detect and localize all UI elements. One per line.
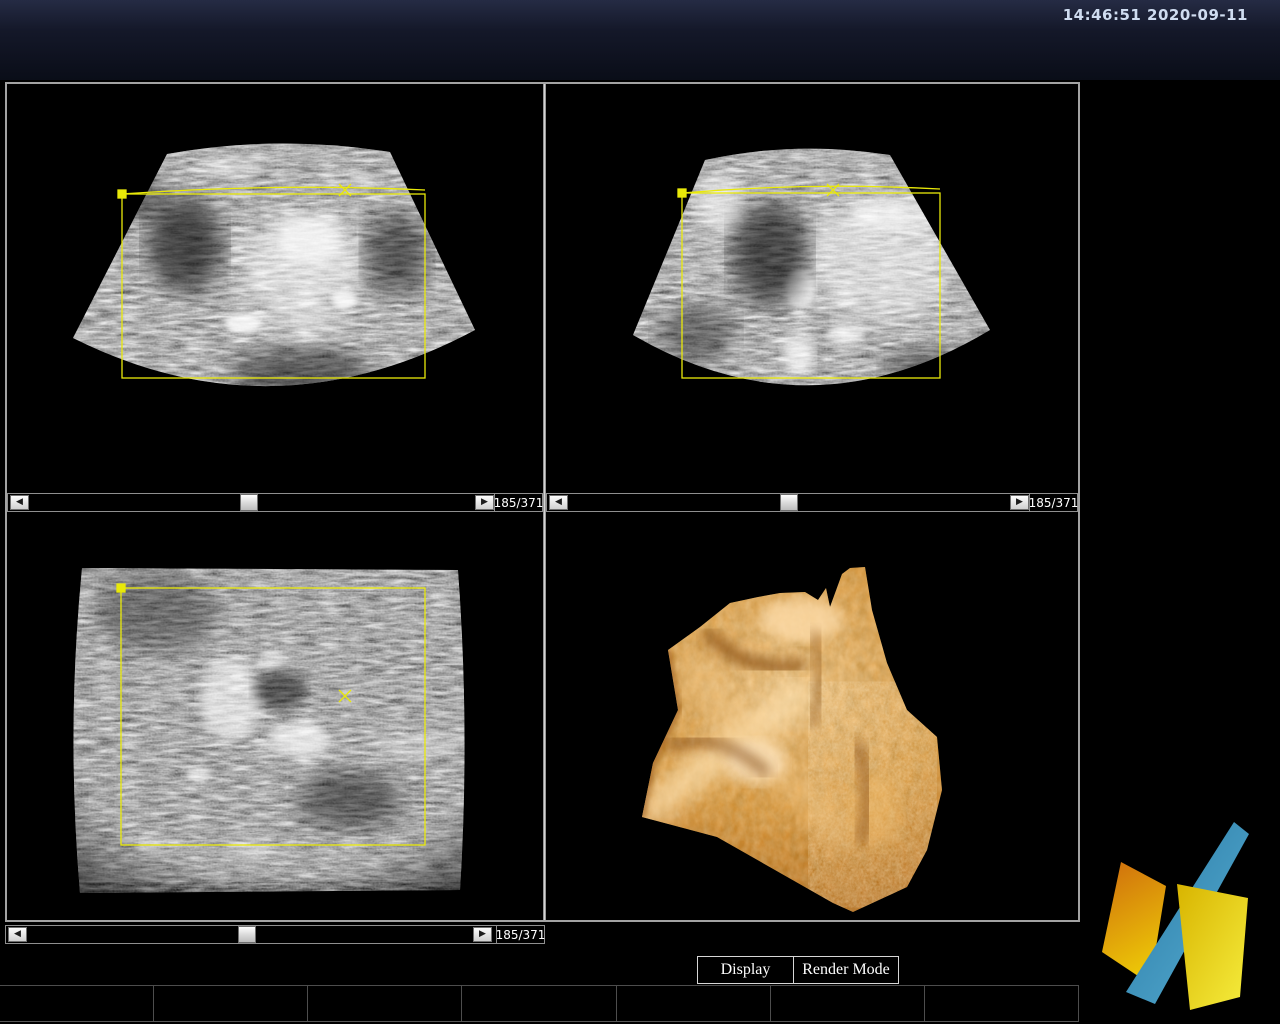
ultrasound-image-c [7,512,543,920]
menu-cell-1[interactable] [0,986,154,1021]
scroll-right-button[interactable]: ▶ [473,927,492,942]
ultrasound-image-b [546,84,1078,493]
render-mode-button[interactable]: Render Mode [794,956,899,984]
roi-handle[interactable] [118,190,126,198]
scroll-right-icon: ▶ [481,498,488,507]
frame-counter: 185/371 [494,494,542,511]
menu-cell-6[interactable] [771,986,925,1021]
scroll-left-icon: ◀ [14,930,21,939]
menu-cell-7[interactable] [925,986,1078,1021]
softkey-row: Display Render Mode [697,956,899,984]
scroll-left-icon: ◀ [555,498,562,507]
menu-cell-2[interactable] [154,986,308,1021]
scroll-left-button[interactable]: ◀ [10,495,29,510]
ultrasound-image-a [7,84,543,493]
frame-counter: 185/371 [1029,494,1077,511]
frame-scrollbar-b[interactable]: ◀ ▶ 185/371 [546,493,1078,512]
roi-handle[interactable] [117,584,125,592]
scroll-thumb[interactable] [240,494,258,511]
menu-cell-5[interactable] [617,986,771,1021]
frame-counter: 185/371 [496,926,544,943]
menu-cell-4[interactable] [462,986,616,1021]
orientation-cube-icon [1093,812,1259,1024]
scroll-right-button[interactable]: ▶ [1010,495,1029,510]
scroll-right-icon: ▶ [1016,498,1023,507]
viewport-3d-render[interactable] [546,512,1078,920]
viewport-a-plane[interactable] [7,84,543,493]
scroll-left-icon: ◀ [16,498,23,507]
scroll-thumb[interactable] [238,926,256,943]
display-button[interactable]: Display [697,956,794,984]
header-bar: 14:46:51 2020-09-11 [0,0,1280,80]
frame-scrollbar-c[interactable]: ◀ ▶ 185/371 [5,925,545,944]
scroll-right-button[interactable]: ▶ [475,495,494,510]
scroll-right-icon: ▶ [479,930,486,939]
quad-view-container: ◀ ▶ 185/371 ◀ ▶ 185/371 [5,82,1080,922]
cube-right-face [1177,884,1248,1010]
frame-scrollbar-a[interactable]: ◀ ▶ 185/371 [7,493,543,512]
viewport-c-plane[interactable] [7,512,543,920]
viewport-b-plane[interactable] [546,84,1078,493]
clock-datetime: 14:46:51 2020-09-11 [1063,6,1248,24]
scroll-left-button[interactable]: ◀ [8,927,27,942]
bottom-menu-bar [0,985,1079,1022]
scroll-thumb[interactable] [780,494,798,511]
menu-cell-3[interactable] [308,986,462,1021]
roi-handle[interactable] [678,189,686,197]
render-3d-fetus [546,512,1078,920]
scroll-left-button[interactable]: ◀ [549,495,568,510]
